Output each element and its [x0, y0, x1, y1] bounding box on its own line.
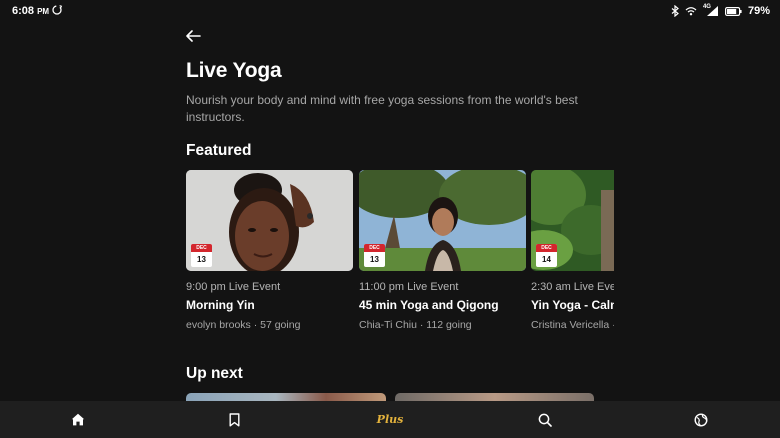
back-arrow-icon [186, 30, 201, 42]
battery-icon [724, 6, 742, 16]
nav-home[interactable] [58, 401, 98, 438]
nav-plus[interactable]: Plus [370, 401, 410, 438]
nav-plus-label: Plus [376, 413, 404, 426]
status-time: 6:08 PM [12, 5, 49, 17]
event-meta: evolyn brooks · 57 going [186, 319, 301, 331]
status-indicators: 4G 79% [671, 4, 770, 18]
bottom-navigation: Plus [0, 401, 780, 438]
event-title: 45 min Yoga and Qigong [359, 298, 499, 312]
up-next-card[interactable] [395, 393, 594, 401]
event-card-yoga-qigong[interactable]: DEC 13 11:00 pm Live Event 45 min Yoga a… [359, 170, 526, 331]
wifi-icon [685, 7, 697, 16]
sync-icon [52, 5, 63, 15]
event-title: Yin Yoga - Calm [531, 298, 614, 312]
event-time: 11:00 pm Live Event [359, 281, 459, 293]
event-meta: Cristina Vericella · [531, 319, 614, 331]
explore-icon [694, 412, 708, 427]
event-thumbnail: DEC 14 [531, 170, 614, 271]
battery-percentage: 79% [747, 5, 770, 17]
up-next-section-title: Up next [186, 365, 243, 382]
featured-section-title: Featured [186, 142, 252, 159]
bluetooth-icon [671, 5, 679, 17]
event-card-morning-yin[interactable]: DEC 13 9:00 pm Live Event Morning Yin ev… [186, 170, 353, 331]
status-bar: 6:08 PM 4G 79% [0, 0, 780, 22]
up-next-card[interactable] [186, 393, 386, 401]
main-content: Live Yoga Nourish your body and mind wit… [0, 22, 780, 401]
date-badge-month: DEC [536, 244, 557, 252]
date-badge-day: 13 [197, 255, 206, 264]
event-thumbnail: DEC 13 [359, 170, 526, 271]
event-meta: Chia-Ti Chiu · 112 going [359, 319, 472, 331]
search-icon [538, 413, 552, 427]
nav-search[interactable] [525, 401, 565, 438]
event-time: 9:00 pm Live Event [186, 281, 281, 293]
nav-explore[interactable] [681, 401, 721, 438]
status-time-value: 6:08 [12, 5, 35, 17]
page-title: Live Yoga [186, 59, 282, 82]
featured-carousel[interactable]: DEC 13 9:00 pm Live Event Morning Yin ev… [186, 170, 614, 340]
event-thumbnail: DEC 13 [186, 170, 353, 271]
date-badge: DEC 13 [364, 244, 385, 267]
event-time: 2:30 am Live Event [531, 281, 614, 293]
signal-icon: 4G [703, 4, 719, 17]
date-badge-month: DEC [364, 244, 385, 252]
page-subtitle: Nourish your body and mind with free yog… [186, 93, 578, 124]
status-time-ampm: PM [37, 7, 50, 16]
date-badge: DEC 13 [191, 244, 212, 267]
bookmark-icon [229, 412, 239, 426]
event-card-yin-yoga-calm[interactable]: DEC 14 2:30 am Live Event Yin Yoga - Cal… [531, 170, 614, 331]
date-badge-day: 14 [542, 255, 551, 264]
home-icon [71, 413, 85, 426]
back-button[interactable] [182, 25, 204, 47]
date-badge: DEC 14 [536, 244, 557, 267]
date-badge-month: DEC [191, 244, 212, 252]
event-title: Morning Yin [186, 298, 255, 312]
date-badge-day: 13 [370, 255, 379, 264]
nav-saved[interactable] [214, 401, 254, 438]
